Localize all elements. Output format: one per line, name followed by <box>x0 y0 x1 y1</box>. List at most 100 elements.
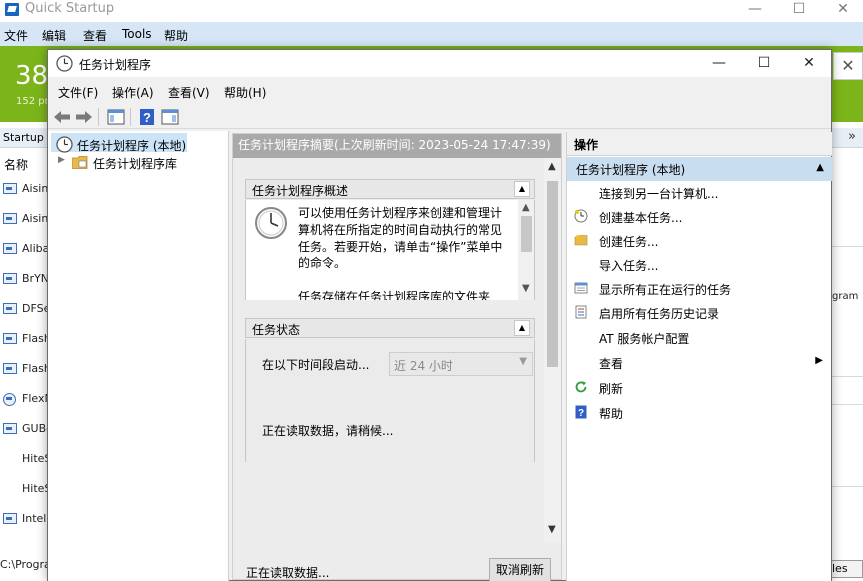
bg-menu-view[interactable]: 查看 <box>83 27 107 44</box>
bg-list-item[interactable]: FlexN <box>0 384 53 414</box>
bg-menu-file[interactable]: 文件 <box>4 27 28 44</box>
overview-text: 可以使用任务计划程序来创建和管理计算机将在所指定的时间自动执行的常见任务。若要开… <box>298 205 503 300</box>
bg-divider <box>832 376 863 377</box>
minimize-button[interactable]: — <box>696 50 742 77</box>
menu-help[interactable]: 帮助(H) <box>224 84 266 101</box>
show-hide-action-pane-icon[interactable] <box>160 107 180 127</box>
status-loading-text: 正在读取数据，请稍候... <box>262 424 394 438</box>
svg-text:?: ? <box>578 408 584 419</box>
actions-group-task-scheduler-local[interactable]: 任务计划程序 (本地) ▲ <box>567 157 832 181</box>
svg-text:?: ? <box>143 110 151 125</box>
action-help[interactable]: ? 帮助 <box>567 402 832 424</box>
bg-titlebar: Quick Startup — ☐ ✕ <box>0 0 863 22</box>
overview-section-header[interactable]: 任务计划程序概述 ▲ <box>245 179 535 199</box>
bg-divider <box>832 404 863 405</box>
overview-paragraph-1: 可以使用任务计划程序来创建和管理计算机将在所指定的时间自动执行的常见任务。若要开… <box>298 206 503 271</box>
bg-list-item[interactable]: BrYNS <box>0 264 56 294</box>
overview-paragraph-2: 任务存储在任务计划程序库的文件夹 <box>298 289 491 300</box>
overview-scrollbar[interactable]: ▲ ▼ <box>518 200 534 300</box>
console-tree: 任务计划程序 (本地) ▶ 任务计划程序库 <box>48 131 229 581</box>
cancel-refresh-button[interactable]: 取消刷新 <box>489 558 551 581</box>
help-icon[interactable]: ? <box>137 107 157 127</box>
bg-menu-help[interactable]: 帮助 <box>164 27 188 44</box>
back-arrow-icon[interactable] <box>52 107 72 127</box>
bg-list-item[interactable]: GUBo <box>0 414 53 444</box>
summary-footer: 正在读取数据... 取消刷新 <box>233 543 561 581</box>
period-label: 在以下时间段启动... <box>262 358 370 372</box>
menu-action[interactable]: 操作(A) <box>112 84 154 101</box>
bg-list-item[interactable]: Aisinc <box>0 204 54 234</box>
bg-list-item[interactable]: DFSe <box>0 294 50 324</box>
bg-minimize-button[interactable]: — <box>735 0 775 22</box>
scroll-down-icon[interactable]: ▼ <box>522 283 530 294</box>
action-connect-another-computer[interactable]: 连接到另一台计算机... <box>567 182 832 204</box>
action-create-task[interactable]: 创建任务... <box>567 230 832 252</box>
action-view-submenu[interactable]: 查看 ▶ <box>567 352 832 374</box>
collapse-icon[interactable]: ▲ <box>514 320 530 336</box>
program-icon <box>3 363 17 374</box>
program-icon <box>3 213 17 224</box>
bg-list-item[interactable]: Flash <box>0 354 51 384</box>
program-icon <box>3 273 17 284</box>
task-status-section-header[interactable]: 任务状态 ▲ <box>245 318 535 338</box>
bg-maximize-button[interactable]: ☐ <box>779 0 819 22</box>
bg-close-button[interactable]: ✕ <box>823 0 863 22</box>
overview-title: 任务计划程序概述 <box>252 184 349 198</box>
program-icon <box>3 243 17 254</box>
menu-file[interactable]: 文件(F) <box>58 84 98 101</box>
help-icon: ? <box>575 405 587 419</box>
scroll-up-icon[interactable]: ▲ <box>548 161 556 172</box>
collapse-triangle-icon[interactable]: ▲ <box>816 162 824 173</box>
bg-list-item[interactable]: Flash <box>0 324 51 354</box>
bg-banner-count: 38 <box>15 61 49 91</box>
bg-menu-edit[interactable]: 编辑 <box>42 27 66 44</box>
action-show-running-tasks[interactable]: 显示所有正在运行的任务 <box>567 278 832 300</box>
bg-banner-subtitle: 152 pr <box>16 96 49 107</box>
bg-list-item[interactable]: HiteS <box>0 444 51 474</box>
bg-menu-tools[interactable]: Tools <box>122 27 152 41</box>
bg-menubar: 文件 编辑 查看 Tools 帮助 <box>0 22 863 46</box>
expand-arrow-icon[interactable]: ▶ <box>58 155 65 165</box>
scroll-up-icon[interactable]: ▲ <box>522 202 530 213</box>
bg-list-item[interactable]: Aisinc <box>0 174 54 204</box>
folder-task-icon <box>574 235 588 246</box>
collapse-icon[interactable]: ▲ <box>514 181 530 197</box>
toolbar: ? <box>48 105 831 129</box>
bg-status-button[interactable]: les <box>828 560 863 578</box>
bg-list-item[interactable]: HiteS <box>0 474 51 504</box>
menu-view[interactable]: 查看(V) <box>168 84 210 101</box>
bg-column-header-name[interactable]: 名称 <box>4 156 28 173</box>
show-hide-console-tree-icon[interactable] <box>106 107 126 127</box>
tree-item-task-scheduler-local[interactable]: 任务计划程序 (本地) <box>51 133 187 153</box>
summary-scrollbar[interactable]: ▲ ▼ <box>544 158 561 542</box>
task-scheduler-window: 任务计划程序 — ☐ ✕ 文件(F) 操作(A) 查看(V) 帮助(H) ? 任… <box>47 49 832 581</box>
program-icon <box>3 333 17 344</box>
bg-divider <box>832 246 863 247</box>
scroll-thumb[interactable] <box>547 181 558 367</box>
close-button[interactable]: ✕ <box>786 50 832 77</box>
bg-chevron-icon[interactable]: » <box>848 129 856 144</box>
summary-header: 任务计划程序摘要(上次刷新时间: 2023-05-24 17:47:39) <box>233 134 561 158</box>
scroll-thumb[interactable] <box>521 216 532 252</box>
bg-detail-text: gram <box>832 291 859 302</box>
action-create-basic-task[interactable]: 创建基本任务... <box>567 206 832 228</box>
task-status-body: 在以下时间段启动... 近 24 小时 ▼ 正在读取数据，请稍候... <box>245 339 535 462</box>
action-import-task[interactable]: 导入任务... <box>567 254 832 276</box>
bg-banner-close-button[interactable]: ✕ <box>833 52 863 80</box>
action-enable-task-history[interactable]: 启用所有任务历史记录 <box>567 302 832 324</box>
program-icon <box>3 393 16 406</box>
tree-item-task-scheduler-library[interactable]: 任务计划程序库 <box>93 155 177 172</box>
period-select-value: 近 24 小时 <box>394 359 453 373</box>
action-at-service-account[interactable]: AT 服务帐户配置 <box>567 327 832 349</box>
task-status-title: 任务状态 <box>252 323 301 337</box>
quick-startup-app-icon <box>5 3 19 16</box>
forward-arrow-icon[interactable] <box>74 107 94 127</box>
action-refresh[interactable]: 刷新 <box>567 377 832 399</box>
period-select[interactable]: 近 24 小时 ▼ <box>389 352 533 376</box>
bg-list-item[interactable]: Aliba <box>0 234 50 264</box>
maximize-button[interactable]: ☐ <box>741 50 787 77</box>
summary-pane: 任务计划程序摘要(上次刷新时间: 2023-05-24 17:47:39) ▲ … <box>232 133 562 581</box>
folder-icon <box>72 156 88 169</box>
scroll-down-icon[interactable]: ▼ <box>548 524 556 535</box>
bg-list-item[interactable]: Intel <box>0 504 50 524</box>
